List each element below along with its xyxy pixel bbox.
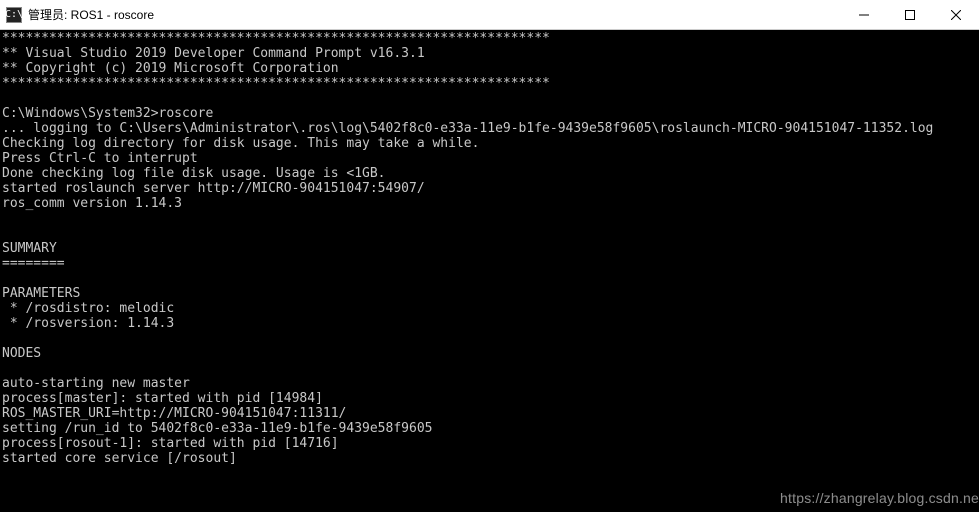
close-icon bbox=[951, 10, 961, 20]
window-title: 管理员: ROS1 - roscore bbox=[28, 6, 841, 23]
watermark-text: https://zhangrelay.blog.csdn.ne bbox=[780, 490, 979, 506]
minimize-icon bbox=[859, 10, 869, 20]
close-button[interactable] bbox=[933, 0, 979, 29]
maximize-button[interactable] bbox=[887, 0, 933, 29]
titlebar[interactable]: C:\ 管理员: ROS1 - roscore bbox=[0, 0, 979, 30]
console-icon: C:\ bbox=[6, 7, 22, 23]
window-controls bbox=[841, 0, 979, 29]
terminal-output[interactable]: ****************************************… bbox=[0, 30, 979, 512]
maximize-icon bbox=[905, 10, 915, 20]
minimize-button[interactable] bbox=[841, 0, 887, 29]
